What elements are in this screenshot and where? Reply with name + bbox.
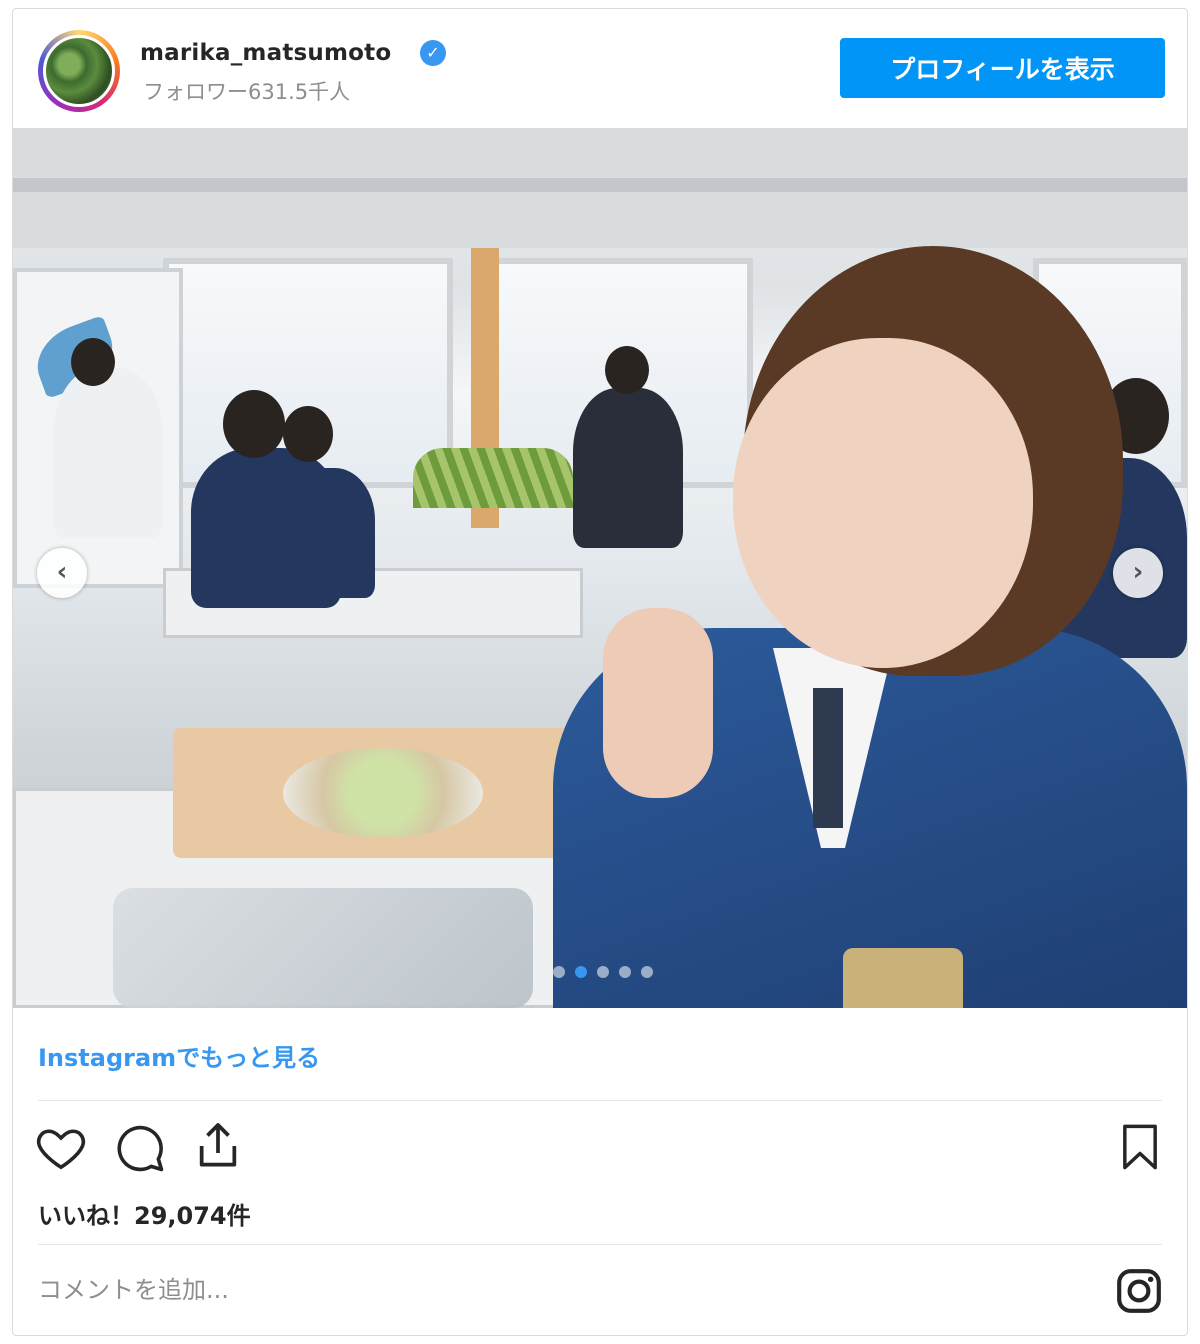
carousel-dot <box>553 966 565 978</box>
carousel-dot <box>575 966 587 978</box>
photo-officer-head <box>283 406 333 462</box>
photo-hand <box>603 608 713 798</box>
photo-tie <box>813 688 843 828</box>
carousel-dot <box>641 966 653 978</box>
photo-wrapped-food <box>113 888 533 1008</box>
carousel-next-button[interactable]: › <box>1113 548 1163 598</box>
comment-input[interactable] <box>38 1276 938 1304</box>
photo-badge <box>843 948 963 1008</box>
carousel-indicator <box>553 966 673 978</box>
photo-person-head <box>71 338 115 386</box>
photo-face <box>733 338 1033 668</box>
photo-person-standing <box>573 388 683 548</box>
photo-beam <box>13 178 1187 192</box>
photo-officer-head <box>223 390 285 458</box>
comment-icon[interactable] <box>110 1120 168 1174</box>
heart-icon[interactable] <box>34 1120 88 1174</box>
carousel-dot <box>597 966 609 978</box>
follower-count: フォロワー631.5千人 <box>143 80 351 104</box>
photo-plant <box>413 448 573 508</box>
photo-person-head <box>605 346 649 394</box>
instagram-icon[interactable] <box>1114 1266 1164 1316</box>
view-more-on-instagram-link[interactable]: Instagramでもっと見る <box>38 1038 320 1073</box>
carousel-dot <box>619 966 631 978</box>
share-icon[interactable] <box>190 1118 246 1174</box>
post-photo[interactable]: ‹ › <box>13 128 1187 1008</box>
bookmark-icon[interactable] <box>1114 1118 1166 1176</box>
photo-food <box>283 748 483 838</box>
photo-officer <box>275 468 375 598</box>
divider <box>38 1100 1162 1101</box>
verified-icon: ✓ <box>420 40 446 66</box>
avatar-image <box>43 35 115 107</box>
like-count: いいね！29,074件 <box>38 1202 251 1230</box>
username[interactable]: marika_matsumoto <box>140 40 391 66</box>
view-profile-button[interactable]: プロフィールを表示 <box>840 38 1165 98</box>
carousel-prev-button[interactable]: ‹ <box>37 548 87 598</box>
divider <box>38 1244 1162 1245</box>
photo-person-standing <box>53 368 163 538</box>
avatar[interactable] <box>38 30 120 112</box>
